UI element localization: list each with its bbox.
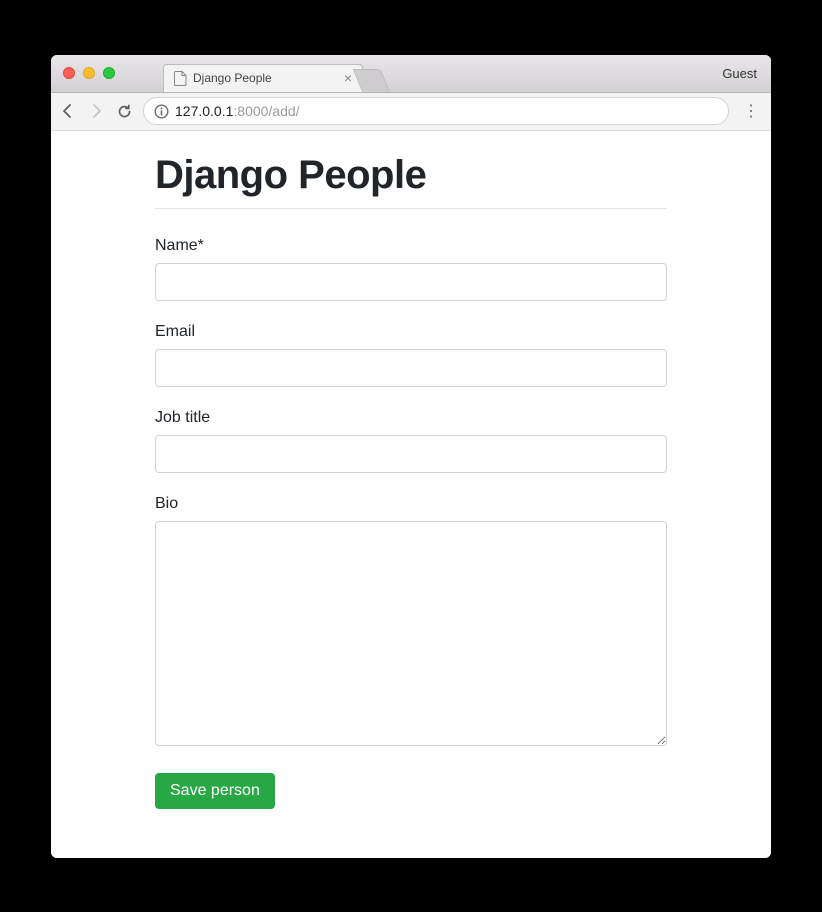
input-name[interactable] [155, 263, 667, 301]
forward-button[interactable] [87, 103, 105, 119]
tab-strip: Django People × [163, 55, 390, 92]
guest-label[interactable]: Guest [722, 66, 757, 81]
page-title: Django People [155, 153, 667, 209]
field-email: Email [155, 323, 667, 387]
field-bio: Bio [155, 495, 667, 751]
toolbar: 127.0.0.1:8000/add/ ⋮ [51, 93, 771, 131]
tab-title: Django People [193, 71, 336, 85]
reload-button[interactable] [115, 103, 133, 120]
title-bar: Django People × Guest [51, 55, 771, 93]
input-email[interactable] [155, 349, 667, 387]
browser-menu-icon[interactable]: ⋮ [739, 101, 763, 121]
tab-close-icon[interactable]: × [344, 70, 352, 86]
label-name: Name* [155, 237, 667, 255]
traffic-lights [51, 67, 115, 79]
address-bar[interactable]: 127.0.0.1:8000/add/ [143, 97, 729, 125]
page-content: Django People Name* Email Job title Bio … [51, 131, 771, 858]
minimize-window-button[interactable] [83, 67, 95, 79]
browser-window: Django People × Guest [51, 55, 771, 858]
save-person-button[interactable]: Save person [155, 773, 275, 809]
browser-tab[interactable]: Django People × [163, 64, 363, 92]
url-path: :8000/add/ [233, 103, 299, 119]
close-window-button[interactable] [63, 67, 75, 79]
site-info-icon[interactable] [154, 104, 169, 119]
input-job-title[interactable] [155, 435, 667, 473]
label-email: Email [155, 323, 667, 341]
field-name: Name* [155, 237, 667, 301]
container: Django People Name* Email Job title Bio … [155, 153, 667, 809]
label-job-title: Job title [155, 409, 667, 427]
maximize-window-button[interactable] [103, 67, 115, 79]
label-bio: Bio [155, 495, 667, 513]
file-icon [174, 71, 187, 86]
textarea-bio[interactable] [155, 521, 667, 746]
back-button[interactable] [59, 103, 77, 119]
url-host: 127.0.0.1 [175, 103, 233, 119]
field-job-title: Job title [155, 409, 667, 473]
